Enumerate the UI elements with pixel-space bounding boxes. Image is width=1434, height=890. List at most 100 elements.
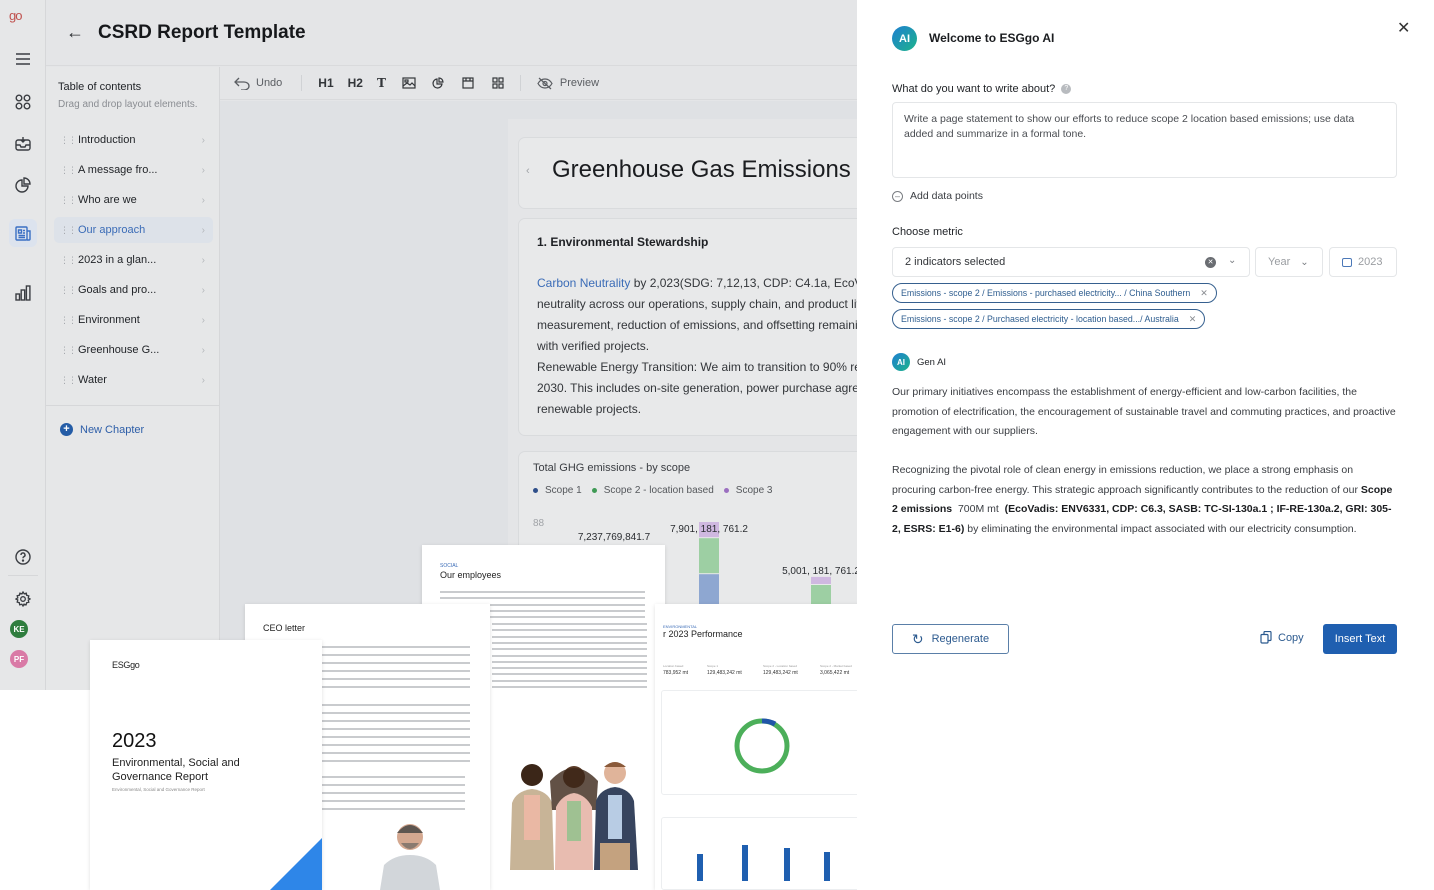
prompt-label-text: What do you want to write about? — [892, 83, 1056, 95]
page-heading: CEO letter — [263, 623, 306, 633]
toc-item[interactable]: ⋮⋮ A message fro... › — [54, 157, 213, 183]
gen-ai-label: Gen AI — [917, 357, 947, 368]
employees-photo — [510, 762, 638, 870]
text-line — [440, 597, 645, 600]
stat: Location based 783,952 mt — [663, 664, 688, 676]
avatar-pf[interactable]: PF — [10, 650, 28, 668]
calendar-icon — [1342, 257, 1352, 267]
stat-value: 3,065,422 mt — [820, 670, 850, 676]
chart-button[interactable] — [432, 77, 444, 89]
drag-handle-icon[interactable]: ⋮⋮ — [60, 225, 77, 236]
toc-item-label: Goals and pro... — [78, 284, 157, 296]
heading1-button[interactable]: H1 — [318, 76, 333, 90]
dashboard-icon[interactable] — [9, 88, 37, 116]
text-line — [320, 712, 470, 714]
drag-handle-icon[interactable]: ⋮⋮ — [60, 165, 77, 176]
close-icon[interactable]: ✕ — [1397, 18, 1410, 38]
pie-chart-icon[interactable] — [9, 171, 37, 199]
global-bar-chart-card — [661, 817, 861, 890]
help-icon[interactable] — [9, 543, 37, 571]
remove-chip-icon[interactable]: ✕ — [1200, 288, 1208, 299]
stat-label: Location based — [663, 664, 684, 668]
chevron-down-icon: ⌄ — [1300, 256, 1309, 268]
chevron-right-icon: › — [201, 314, 205, 326]
stat: Scope 1 129,483,242 mt — [707, 664, 742, 676]
clear-icon[interactable]: ✕ — [1205, 257, 1216, 268]
text-line — [320, 800, 465, 802]
new-chapter-label: New Chapter — [80, 423, 145, 436]
help-icon[interactable]: ? — [1061, 84, 1072, 94]
drag-handle-icon[interactable]: ⋮⋮ — [60, 135, 77, 146]
section-title[interactable]: Greenhouse Gas Emissions — [552, 156, 851, 184]
prompt-label: What do you want to write about? ? — [892, 83, 1072, 95]
performance-page-preview: ENVIRONMENTAL r 2023 Performance Locatio… — [655, 604, 880, 890]
toc-item[interactable]: ⋮⋮ Who are we › — [54, 187, 213, 213]
bar-segment-scope-3 — [811, 576, 831, 584]
insert-text-button[interactable]: Insert Text — [1323, 624, 1397, 654]
toc-divider — [46, 405, 220, 406]
text-line — [320, 808, 465, 810]
toc-item-label: Our approach — [78, 224, 146, 236]
bar-total-label: 5,001, 181, 761.2 — [782, 566, 857, 577]
settings-icon[interactable] — [9, 585, 37, 613]
period-select[interactable]: Year ⌄ — [1255, 247, 1323, 277]
toc-heading: Table of contents — [58, 81, 142, 93]
menu-icon[interactable] — [9, 45, 37, 73]
ceo-photo — [380, 824, 440, 890]
prompt-input[interactable]: Write a page statement to show our effor… — [892, 102, 1397, 178]
cover-subtitle: Environmental, Social and Governance Rep… — [112, 787, 205, 792]
text-line — [320, 728, 470, 730]
pie-chart-icon — [432, 77, 444, 89]
image-button[interactable] — [402, 77, 416, 89]
report-icon[interactable] — [9, 219, 37, 247]
inbox-icon[interactable] — [9, 129, 37, 157]
year-picker[interactable]: 2023 — [1329, 247, 1397, 277]
text-line — [492, 667, 647, 670]
preview-button[interactable]: Preview — [537, 77, 599, 90]
toc-item[interactable]: ⋮⋮ Goals and pro... › — [54, 277, 213, 303]
toc-item[interactable]: ⋮⋮ Introduction › — [54, 127, 213, 153]
avatar-ke[interactable]: KE — [10, 620, 28, 638]
section-body[interactable]: Carbon Neutrality by 2,023(SDG: 7,12,13,… — [537, 273, 857, 420]
copy-button[interactable]: Copy — [1260, 631, 1304, 644]
toc-item[interactable]: ⋮⋮ Environment › — [54, 307, 213, 333]
toc-item-label: 2023 in a glan... — [78, 254, 157, 266]
text-line — [492, 673, 647, 676]
back-arrow-icon[interactable]: ← — [66, 22, 84, 43]
person-left — [510, 764, 554, 870]
undo-button[interactable]: Undo — [234, 77, 282, 90]
heading2-button[interactable]: H2 — [348, 76, 363, 90]
toc-item[interactable]: ⋮⋮ Water › — [54, 367, 213, 393]
toc-item[interactable]: ⋮⋮ 2023 in a glan... › — [54, 247, 213, 273]
gen-ai-icon: AI — [892, 353, 910, 371]
drag-handle-icon[interactable]: ⋮⋮ — [60, 315, 77, 326]
remove-chip-icon[interactable]: ✕ — [1189, 314, 1197, 325]
text-line — [320, 654, 470, 656]
body-line: with verified projects. — [537, 339, 650, 353]
toc-item-active[interactable]: ⋮⋮ Our approach › — [54, 217, 213, 243]
title-block[interactable]: ‹ Greenhouse Gas Emissions — [518, 137, 857, 209]
chevron-left-icon[interactable]: ‹ — [526, 165, 530, 177]
indicator-chip[interactable]: Emissions - scope 2 / Purchased electric… — [892, 309, 1206, 329]
indicators-select[interactable]: 2 indicators selected ✕ ⌄ — [892, 247, 1250, 277]
stat-value: 129,483,242 mt — [763, 670, 798, 676]
text-button[interactable]: T — [377, 76, 386, 90]
drag-handle-icon[interactable]: ⋮⋮ — [60, 345, 77, 356]
drag-handle-icon[interactable]: ⋮⋮ — [60, 375, 77, 386]
toc-item[interactable]: ⋮⋮ Greenhouse G... › — [54, 337, 213, 363]
text-line — [492, 654, 647, 657]
text-block[interactable]: 1. Environmental Stewardship Carbon Neut… — [518, 218, 857, 436]
text-line — [492, 648, 647, 651]
drag-handle-icon[interactable]: ⋮⋮ — [60, 285, 77, 296]
bar-chart-icon[interactable] — [9, 279, 37, 307]
add-data-points-toggle[interactable]: – Add data points — [892, 190, 983, 202]
indicator-chip[interactable]: Emissions - scope 2 / Emissions - purcha… — [892, 283, 1217, 303]
drag-handle-icon[interactable]: ⋮⋮ — [60, 195, 77, 206]
regenerate-button[interactable]: ↻ Regenerate — [892, 624, 1009, 654]
carbon-neutrality-link[interactable]: Carbon Neutrality — [537, 276, 630, 290]
drag-handle-icon[interactable]: ⋮⋮ — [60, 255, 77, 266]
app-logo[interactable]: go — [9, 8, 23, 30]
layout-button[interactable] — [462, 77, 474, 89]
grid-button[interactable] — [492, 77, 504, 89]
new-chapter-button[interactable]: + New Chapter — [60, 423, 144, 436]
